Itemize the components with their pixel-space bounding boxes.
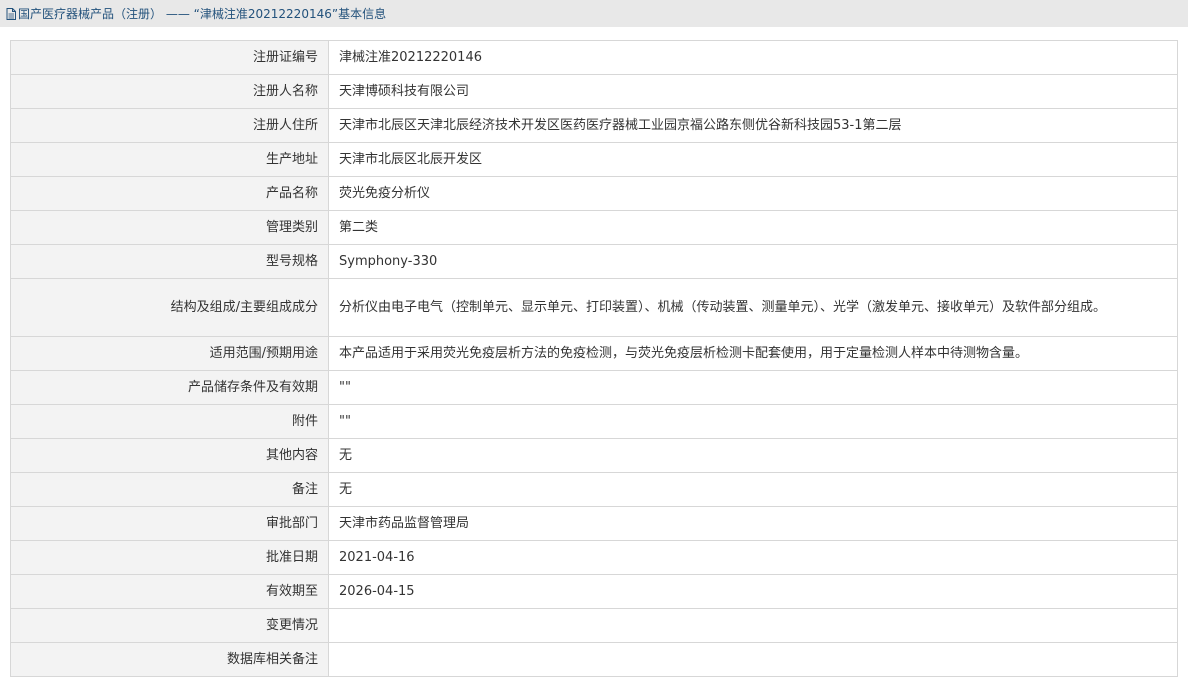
table-row: 注册人住所 天津市北辰区天津北辰经济技术开发区医药医疗器械工业园京福公路东侧优谷…: [10, 108, 1178, 143]
field-label: 批准日期: [10, 540, 329, 575]
field-value: [328, 642, 1178, 677]
table-row: 注册人名称 天津博硕科技有限公司: [10, 74, 1178, 109]
breadcrumb-link-category[interactable]: 国产医疗器械产品（注册）: [18, 5, 162, 22]
field-value: 本产品适用于采用荧光免疫层析方法的免疫检测，与荧光免疫层析检测卡配套使用，用于定…: [328, 336, 1178, 371]
table-row: 变更情况: [10, 608, 1178, 643]
field-value: 无: [328, 472, 1178, 507]
table-row: 批准日期 2021-04-16: [10, 540, 1178, 575]
field-value: 津械注准20212220146: [328, 40, 1178, 75]
field-value: [328, 608, 1178, 643]
field-label: 审批部门: [10, 506, 329, 541]
breadcrumb-separator: ——: [162, 6, 194, 21]
field-label: 注册人名称: [10, 74, 329, 109]
field-label: 型号规格: [10, 244, 329, 279]
field-label: 生产地址: [10, 142, 329, 177]
field-label: 变更情况: [10, 608, 329, 643]
table-row: 审批部门 天津市药品监督管理局: [10, 506, 1178, 541]
page-header-bar: 国产医疗器械产品（注册） —— “津械注准20212220146”基本信息: [0, 0, 1188, 27]
field-label: 适用范围/预期用途: [10, 336, 329, 371]
field-label: 产品储存条件及有效期: [10, 370, 329, 405]
field-label: 附件: [10, 404, 329, 439]
field-value: 天津市药品监督管理局: [328, 506, 1178, 541]
field-label: 数据库相关备注: [10, 642, 329, 677]
field-value: 荧光免疫分析仪: [328, 176, 1178, 211]
field-label: 注册证编号: [10, 40, 329, 75]
field-label: 产品名称: [10, 176, 329, 211]
field-value: "": [328, 404, 1178, 439]
field-label: 结构及组成/主要组成成分: [10, 278, 329, 337]
table-row: 备注 无: [10, 472, 1178, 507]
table-row: 产品名称 荧光免疫分析仪: [10, 176, 1178, 211]
table-row: 适用范围/预期用途 本产品适用于采用荧光免疫层析方法的免疫检测，与荧光免疫层析检…: [10, 336, 1178, 371]
field-value: 无: [328, 438, 1178, 473]
field-value: 2021-04-16: [328, 540, 1178, 575]
field-value: 天津市北辰区北辰开发区: [328, 142, 1178, 177]
field-value: 2026-04-15: [328, 574, 1178, 609]
field-value: 天津市北辰区天津北辰经济技术开发区医药医疗器械工业园京福公路东侧优谷新科技园53…: [328, 108, 1178, 143]
table-row: 结构及组成/主要组成成分 分析仪由电子电气（控制单元、显示单元、打印装置）、机械…: [10, 278, 1178, 337]
breadcrumb-current-page: “津械注准20212220146”基本信息: [193, 7, 387, 21]
table-row: 管理类别 第二类: [10, 210, 1178, 245]
registration-info-table: 注册证编号 津械注准20212220146 注册人名称 天津博硕科技有限公司 注…: [10, 40, 1178, 677]
field-label: 其他内容: [10, 438, 329, 473]
table-row: 有效期至 2026-04-15: [10, 574, 1178, 609]
field-value: 分析仪由电子电气（控制单元、显示单元、打印装置）、机械（传动装置、测量单元）、光…: [328, 278, 1178, 337]
field-value: 第二类: [328, 210, 1178, 245]
field-value: 天津博硕科技有限公司: [328, 74, 1178, 109]
table-row: 注册证编号 津械注准20212220146: [10, 40, 1178, 75]
table-row: 数据库相关备注: [10, 642, 1178, 677]
field-label: 备注: [10, 472, 329, 507]
field-value: "": [328, 370, 1178, 405]
table-row: 产品储存条件及有效期 "": [10, 370, 1178, 405]
field-label: 有效期至: [10, 574, 329, 609]
table-row: 附件 "": [10, 404, 1178, 439]
field-value: Symphony-330: [328, 244, 1178, 279]
document-icon: [6, 7, 16, 20]
table-row: 其他内容 无: [10, 438, 1178, 473]
field-label: 管理类别: [10, 210, 329, 245]
table-row: 型号规格 Symphony-330: [10, 244, 1178, 279]
field-label: 注册人住所: [10, 108, 329, 143]
table-row: 生产地址 天津市北辰区北辰开发区: [10, 142, 1178, 177]
